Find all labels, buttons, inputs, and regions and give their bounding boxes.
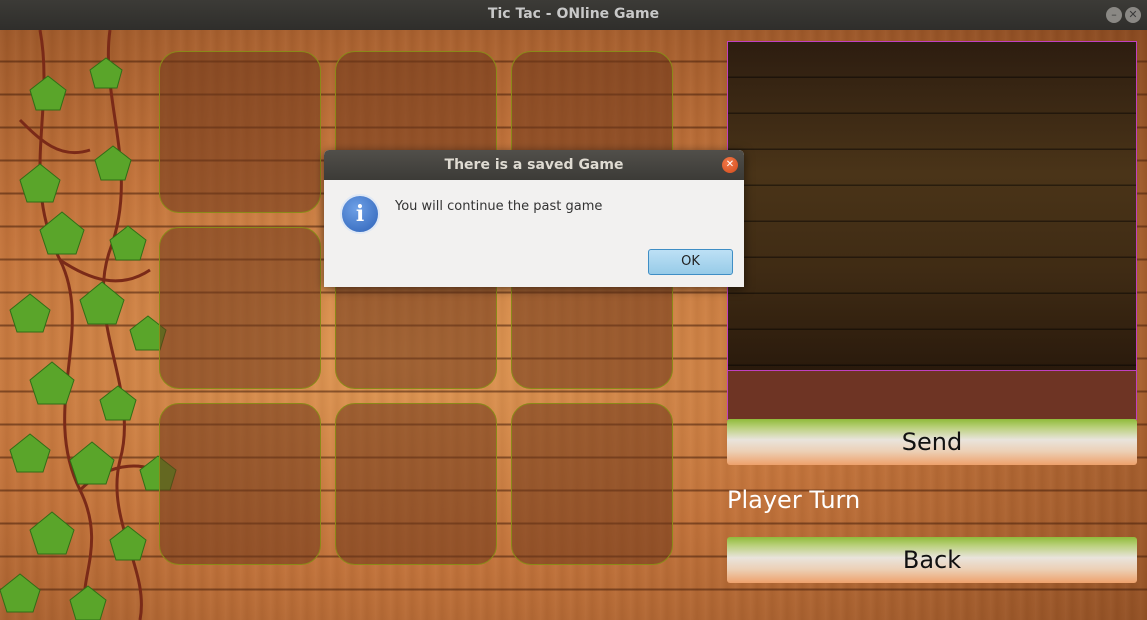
window-title: Tic Tac - ONline Game [487,6,660,22]
game-window: Send Player Turn Back [0,30,1147,620]
chat-area[interactable] [727,41,1137,371]
ok-button[interactable]: OK [648,249,733,275]
saved-game-dialog: There is a saved Game ✕ i You will conti… [324,150,744,287]
info-icon: i [340,194,380,234]
dialog-title: There is a saved Game [324,150,744,180]
dialog-close-icon[interactable]: ✕ [722,157,738,173]
board-cell-4[interactable] [159,227,321,389]
dialog-message: You will continue the past game [395,199,603,214]
minimize-icon[interactable]: – [1106,7,1122,23]
back-button[interactable]: Back [727,537,1137,583]
board-cell-9[interactable] [511,403,673,565]
send-button[interactable]: Send [727,419,1137,465]
message-input[interactable] [727,370,1137,420]
player-turn-label: Player Turn [727,486,861,514]
board-cell-7[interactable] [159,403,321,565]
board-cell-1[interactable] [159,51,321,213]
close-icon[interactable]: ✕ [1125,7,1141,23]
board-cell-8[interactable] [335,403,497,565]
window-titlebar: Tic Tac - ONline Game – ✕ [0,0,1147,30]
